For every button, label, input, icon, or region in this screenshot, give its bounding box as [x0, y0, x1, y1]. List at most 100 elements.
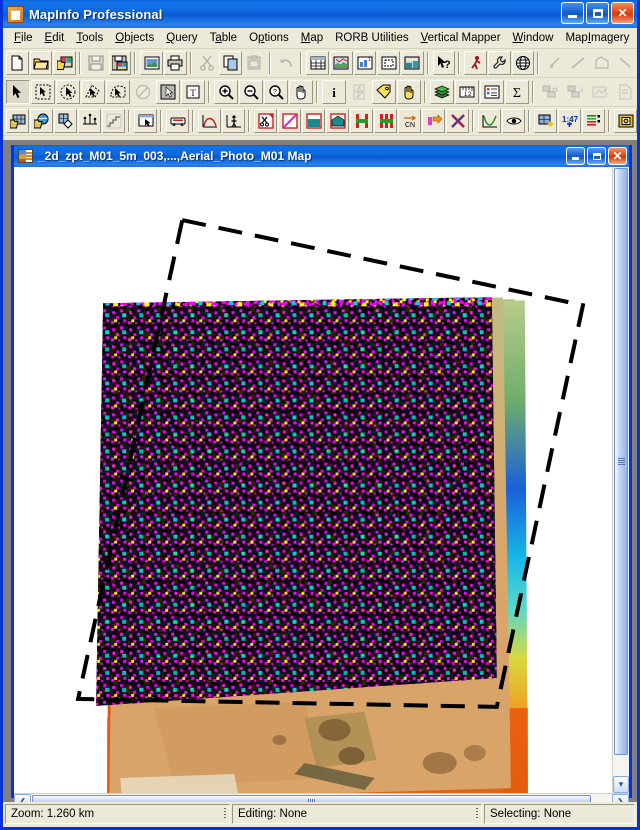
- app-maximize-button[interactable]: [586, 2, 609, 24]
- new-mapper-button[interactable]: [330, 51, 353, 75]
- slope-diagonal-button[interactable]: [278, 109, 301, 133]
- toggle-clip-button[interactable]: [613, 80, 637, 104]
- change-view-tool[interactable]: ?: [264, 80, 288, 104]
- dwg-import-button[interactable]: [543, 51, 567, 75]
- vscroll-thumb[interactable]: [614, 168, 628, 756]
- region-style-button[interactable]: [590, 51, 614, 75]
- reach-arrow-button[interactable]: [422, 109, 445, 133]
- label-tool[interactable]: [372, 80, 396, 104]
- unselect-all-tool[interactable]: [131, 80, 155, 104]
- zoom-in-tool[interactable]: [214, 80, 238, 104]
- show-mapbasic-window-button[interactable]: [488, 51, 511, 75]
- polygon-select-tool[interactable]: [81, 80, 105, 104]
- menu-options[interactable]: Options: [243, 30, 295, 46]
- set-clip-region-button[interactable]: [588, 80, 612, 104]
- boundary-select-tool[interactable]: [106, 80, 130, 104]
- menu-rorb-utilities[interactable]: RORB Utilities: [329, 30, 414, 46]
- map-canvas[interactable]: [14, 167, 612, 794]
- app-minimize-button[interactable]: [561, 2, 584, 24]
- layer-control-button[interactable]: [430, 80, 454, 104]
- hotlink-tool[interactable]: [347, 80, 371, 104]
- status-editing-pane[interactable]: Editing: None: [232, 804, 482, 824]
- menu-tools[interactable]: Tools: [70, 30, 109, 46]
- drag-map-window-tool[interactable]: [397, 80, 421, 104]
- vscroll-down-arrow-icon[interactable]: ▾: [613, 776, 629, 794]
- app-close-button[interactable]: ✕: [611, 2, 634, 24]
- status-selecting-pane[interactable]: Selecting: None: [484, 804, 635, 824]
- grid-create-button[interactable]: [6, 109, 29, 133]
- marquee-select-tool[interactable]: [31, 80, 55, 104]
- select-tool[interactable]: [6, 80, 30, 104]
- line-style-button[interactable]: [567, 51, 590, 75]
- menu-help[interactable]: Help: [635, 30, 637, 46]
- save-workspace-button[interactable]: [108, 51, 132, 75]
- map-vertical-scrollbar[interactable]: ▾: [612, 167, 629, 794]
- new-layout-button[interactable]: [377, 51, 401, 75]
- expand-text-tool[interactable]: T: [181, 80, 205, 104]
- run-mapbasic-button[interactable]: [464, 51, 488, 75]
- print-button[interactable]: [164, 51, 187, 75]
- delete-red-x-button[interactable]: [446, 109, 469, 133]
- status-zoom-pane[interactable]: Zoom: 1.260 km: [5, 804, 230, 824]
- open-table-button[interactable]: [29, 51, 53, 75]
- vscroll-track[interactable]: [613, 167, 629, 777]
- clear-target-button[interactable]: 2: [563, 80, 587, 104]
- menu-table[interactable]: Table: [204, 30, 244, 46]
- more-styles-button[interactable]: [614, 51, 637, 75]
- color-legend-bars-button[interactable]: [582, 109, 605, 133]
- copy-button[interactable]: [219, 51, 243, 75]
- undo-button[interactable]: [274, 51, 298, 75]
- menu-objects[interactable]: Objects: [109, 30, 160, 46]
- map-window-title-bar[interactable]: _2d_zpt_M01_5m_003,...,Aerial_Photo_M01 …: [14, 145, 629, 167]
- print-preview-button[interactable]: [140, 51, 164, 75]
- map-render-surface[interactable]: [14, 167, 612, 794]
- cn-grid-button[interactable]: [374, 109, 397, 133]
- triangulation-button[interactable]: [78, 109, 101, 133]
- profile-curve-button[interactable]: [198, 109, 221, 133]
- grid-properties-button[interactable]: [614, 109, 637, 133]
- cross-section-button[interactable]: [350, 109, 373, 133]
- grid-info-pointer-button[interactable]: [134, 109, 157, 133]
- new-redistrict-button[interactable]: [401, 51, 424, 75]
- zoom-out-tool[interactable]: [239, 80, 263, 104]
- hydrograph-curve-button[interactable]: [478, 109, 501, 133]
- grid-value-button[interactable]: 1:47: [558, 109, 581, 133]
- set-target-button[interactable]: [538, 80, 562, 104]
- grid-open-button[interactable]: [30, 109, 53, 133]
- new-grapher-button[interactable]: 1: [353, 51, 377, 75]
- application-title-bar[interactable]: MapInfo Professional ✕: [3, 0, 637, 28]
- menu-mapimagery[interactable]: MapImagery: [559, 30, 635, 46]
- menu-file[interactable]: File: [8, 30, 39, 46]
- cut-button[interactable]: [195, 51, 219, 75]
- radius-select-tool[interactable]: [56, 80, 80, 104]
- menu-map[interactable]: Map: [295, 30, 329, 46]
- cut-region-scissors-button[interactable]: [254, 109, 277, 133]
- new-table-button[interactable]: [6, 51, 29, 75]
- info-tool[interactable]: i: [322, 80, 346, 104]
- menu-window[interactable]: Window: [507, 30, 560, 46]
- graph-select-tool[interactable]: [156, 80, 180, 104]
- paste-button[interactable]: [243, 51, 266, 75]
- save-table-button[interactable]: [85, 51, 108, 75]
- cn-label-button[interactable]: CN: [398, 109, 421, 133]
- statistics-button[interactable]: Σ: [505, 80, 529, 104]
- web-services-button[interactable]: [511, 51, 535, 75]
- map-minimize-button[interactable]: [566, 147, 585, 165]
- ruler-tool[interactable]: 12: [455, 80, 479, 104]
- map-close-button[interactable]: ✕: [608, 147, 627, 165]
- grabber-tool[interactable]: [289, 80, 313, 104]
- grid-stats-button[interactable]: [102, 109, 125, 133]
- menu-vertical-mapper[interactable]: Vertical Mapper: [415, 30, 507, 46]
- rorb-run-button[interactable]: [166, 109, 189, 133]
- fill-region-button[interactable]: [302, 109, 325, 133]
- help-pointer-button[interactable]: ?: [432, 51, 456, 75]
- legend-button[interactable]: [480, 80, 504, 104]
- new-browser-button[interactable]: [306, 51, 330, 75]
- grid-export-button[interactable]: [54, 109, 77, 133]
- catchment-house-button[interactable]: [326, 109, 349, 133]
- open-workspace-button[interactable]: [53, 51, 77, 75]
- grid-append-plus-button[interactable]: [534, 109, 557, 133]
- viewshed-person-button[interactable]: [222, 109, 245, 133]
- map-maximize-button[interactable]: [587, 147, 606, 165]
- menu-query[interactable]: Query: [160, 30, 203, 46]
